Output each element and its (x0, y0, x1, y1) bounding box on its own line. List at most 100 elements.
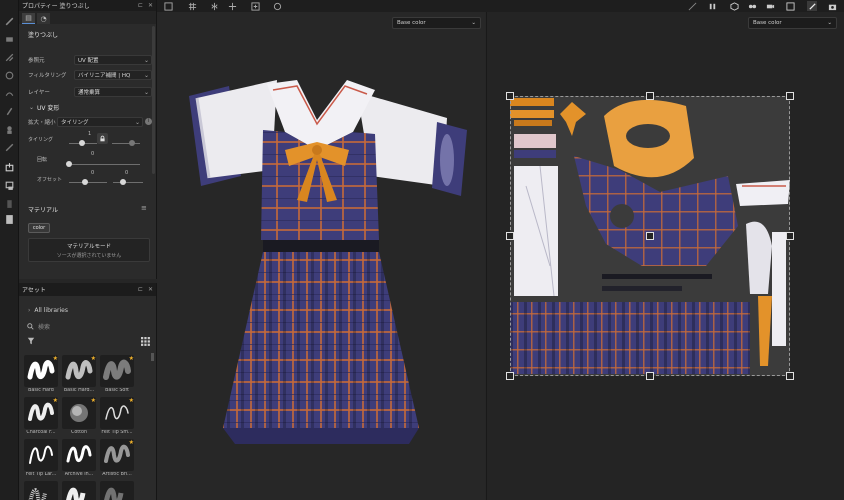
pause-icon[interactable] (707, 1, 717, 11)
visibility-icon[interactable] (687, 1, 697, 11)
brush-tile[interactable]: ★ Basic Soft (99, 355, 135, 397)
transform-handle[interactable] (646, 232, 654, 240)
cube-icon[interactable] (729, 1, 739, 11)
filter-icon[interactable] (27, 337, 35, 345)
offset-y-slider[interactable] (120, 179, 126, 185)
asset-filter-row (19, 335, 156, 347)
favorite-star-icon[interactable]: ★ (129, 356, 134, 362)
scale-mode-value: タイリング (61, 120, 89, 126)
menu-icon[interactable]: ≡ (141, 204, 147, 212)
uv-transform-header[interactable]: ⌄ UV 変形 (29, 103, 59, 112)
brush-tile[interactable]: Felt Tip Lar... (23, 439, 59, 481)
history-icon[interactable] (272, 1, 282, 11)
brush-tile[interactable]: ★ Basic Hard (23, 355, 59, 397)
screenshot-icon[interactable] (827, 1, 837, 11)
transform-handle[interactable] (506, 232, 514, 240)
favorite-star-icon[interactable]: ★ (91, 398, 96, 404)
transform-handle[interactable] (646, 92, 654, 100)
chevron-down-icon: ⌄ (143, 71, 149, 79)
favorite-star-icon[interactable]: ★ (129, 398, 134, 404)
properties-scrollbar[interactable] (152, 26, 155, 174)
color-channel-chip[interactable]: color (28, 223, 50, 233)
tab-history[interactable]: ◔ (37, 13, 50, 24)
material-picker-icon[interactable] (2, 122, 16, 136)
favorite-star-icon[interactable]: ★ (53, 356, 58, 362)
tiling-label: タイリング (28, 137, 54, 143)
library-label: All libraries (34, 307, 68, 314)
paint-brush-icon[interactable] (2, 14, 16, 28)
tiling-u-slider[interactable] (79, 140, 85, 146)
polygon-fill-icon[interactable] (2, 68, 16, 82)
offset-x-slider[interactable] (82, 179, 88, 185)
brush-tile[interactable]: ★ Cotton (61, 397, 97, 439)
brush-thumbnail (24, 439, 58, 471)
scale-mode-dropdown[interactable]: タイリング ⌄ (57, 117, 143, 127)
brush-thumbnail (62, 481, 96, 500)
assets-scrollbar[interactable] (151, 353, 154, 361)
trash-icon[interactable] (2, 196, 16, 210)
transform-handle[interactable] (786, 372, 794, 380)
frame-icon[interactable] (163, 1, 173, 11)
close-icon[interactable]: ✕ (148, 286, 153, 293)
material-status: ソースが選択されていません (56, 253, 122, 259)
eraser-icon[interactable] (2, 32, 16, 46)
brush-tile[interactable]: ★ Charcoal F... (23, 397, 59, 439)
dock-icon[interactable]: ⊏ (138, 286, 143, 293)
filtering-dropdown[interactable]: バイリニア補間 | HQ ⌄ (74, 70, 152, 80)
transform-handle[interactable] (646, 372, 654, 380)
brush-tile[interactable]: ★ Felt Tip Sm... (99, 397, 135, 439)
brush-tile[interactable] (99, 481, 135, 500)
export-icon[interactable] (2, 212, 16, 226)
viewport-uv-channel-dropdown[interactable]: Base color ⌄ (748, 17, 837, 29)
dock-icon[interactable]: ⊏ (138, 2, 143, 9)
split-icon[interactable] (227, 1, 237, 11)
grid-icon[interactable] (187, 1, 197, 11)
transform-handle[interactable] (786, 92, 794, 100)
fill-bucket-icon[interactable] (2, 178, 16, 192)
favorite-star-icon[interactable]: ★ (129, 440, 134, 446)
favorite-star-icon[interactable]: ★ (91, 356, 96, 362)
viewport-3d[interactable] (157, 0, 485, 500)
brush-name: Felt Tip Sm... (101, 430, 133, 435)
geometry-mask-icon[interactable] (2, 140, 16, 154)
brush-name: Basic Hard (28, 388, 54, 393)
favorite-star-icon[interactable]: ★ (53, 398, 58, 404)
camera-video-icon[interactable] (765, 1, 775, 11)
brush-tile[interactable] (23, 481, 59, 500)
rotation-slider-track (72, 164, 140, 165)
lock-icon[interactable] (97, 133, 108, 144)
source-dropdown[interactable]: UV 配置 ⌄ (74, 55, 152, 65)
add-icon[interactable] (250, 1, 260, 11)
source-value: UV 配置 (78, 58, 99, 64)
brush-tile[interactable]: ★ Artistic Bri... (99, 439, 135, 481)
offset-x-value: 0 (91, 170, 95, 176)
transform-handle[interactable] (506, 372, 514, 380)
mirror-icon[interactable] (209, 1, 219, 11)
layout-icon[interactable] (785, 1, 795, 11)
pen-icon[interactable] (807, 1, 817, 11)
asset-search-input[interactable]: 検索 (23, 319, 152, 333)
library-selector[interactable]: › All libraries (19, 304, 156, 317)
smudge-icon[interactable] (2, 86, 16, 100)
viewport-3d-channel-dropdown[interactable]: Base color ⌄ (392, 17, 481, 29)
brush-tile[interactable]: ★ Basic Hard... (61, 355, 97, 397)
transform-handle[interactable] (506, 92, 514, 100)
channel-3d-value: Base color (397, 20, 426, 26)
tab-properties[interactable]: ▤ (22, 13, 35, 24)
grid-view-icon[interactable] (141, 336, 150, 346)
channels-icon[interactable] (747, 1, 757, 11)
chevron-down-icon: ⌄ (143, 56, 149, 64)
layer-dropdown[interactable]: 通常乗算 ⌄ (74, 87, 152, 97)
tiling-v-slider[interactable] (129, 140, 135, 146)
projection-icon[interactable] (2, 50, 16, 64)
clone-icon[interactable] (2, 104, 16, 118)
info-icon[interactable]: i (145, 118, 152, 125)
bake-icon[interactable] (2, 160, 16, 174)
material-mode-title: マテリアルモード (67, 244, 111, 250)
brush-tile[interactable] (61, 481, 97, 500)
material-mode-box[interactable]: マテリアルモード ソースが選択されていません (28, 238, 150, 262)
transform-handle[interactable] (786, 232, 794, 240)
offset-y-value: 0 (125, 170, 129, 176)
brush-tile[interactable]: Archive In... (61, 439, 97, 481)
close-icon[interactable]: ✕ (148, 2, 153, 9)
